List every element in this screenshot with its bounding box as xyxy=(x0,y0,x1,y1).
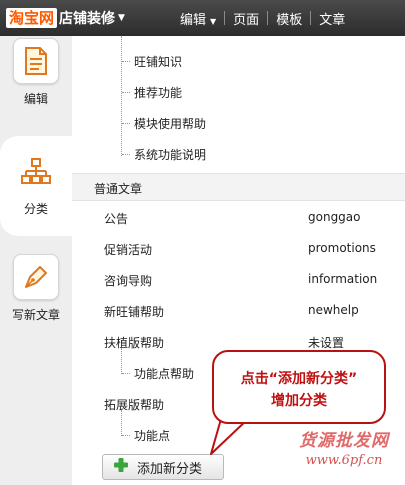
logo[interactable]: 淘宝网 店铺装修 ▼ xyxy=(6,6,125,30)
document-icon xyxy=(13,38,59,84)
section-title: 普通文章 xyxy=(94,182,143,196)
category-row[interactable]: 公告 gonggao xyxy=(72,203,405,233)
top-nav: 编辑 ▼ 页面 模板 文章 xyxy=(172,0,353,36)
category-name: 推荐功能 xyxy=(134,86,183,100)
category-name: 扶植版帮助 xyxy=(104,336,165,350)
category-slug: 未设置 xyxy=(308,336,345,350)
add-category-label: 添加新分类 xyxy=(137,461,203,477)
watermark-text: 货源批发网 xyxy=(299,431,389,451)
callout-text: 增加分类 xyxy=(271,393,327,409)
category-name: 公告 xyxy=(104,212,129,226)
sidebar: 编辑 分类 写新文章 xyxy=(0,36,72,485)
tree-branch xyxy=(122,373,130,374)
pen-icon xyxy=(13,254,59,300)
tree-item[interactable]: 模块使用帮助 xyxy=(72,108,405,138)
tree-branch xyxy=(122,61,130,62)
nav-article[interactable]: 文章 xyxy=(311,9,353,28)
category-slug: promotions xyxy=(308,241,376,255)
category-name: 系统功能说明 xyxy=(134,148,207,162)
sidebar-item-label: 写新文章 xyxy=(11,308,60,322)
category-name: 模块使用帮助 xyxy=(134,117,207,131)
category-slug: gonggao xyxy=(308,210,361,224)
chevron-down-icon[interactable]: ▼ xyxy=(118,13,125,23)
plus-icon xyxy=(113,457,129,477)
callout-text: 点击“添加新分类” xyxy=(240,371,358,387)
nav-edit[interactable]: 编辑 ▼ xyxy=(172,9,224,28)
sitemap-icon xyxy=(14,150,58,194)
callout-bubble: 点击“添加新分类” 增加分类 xyxy=(212,350,386,424)
tree-branch xyxy=(122,123,130,124)
top-bar: 淘宝网 店铺装修 ▼ 编辑 ▼ 页面 模板 文章 xyxy=(0,0,405,36)
tree-item[interactable]: 系统功能说明 xyxy=(72,139,405,169)
tree-branch xyxy=(122,435,130,436)
chevron-down-icon: ▼ xyxy=(210,16,217,26)
sidebar-item-category[interactable]: 分类 xyxy=(0,136,72,236)
category-name: 功能点帮助 xyxy=(134,367,195,381)
watermark-url: www.6pf.cn xyxy=(305,453,383,468)
sidebar-item-label: 编辑 xyxy=(23,92,48,106)
category-name: 促销活动 xyxy=(104,243,153,257)
callout-seam xyxy=(225,416,251,421)
category-row[interactable]: 咨询导购 information xyxy=(72,265,405,295)
nav-page[interactable]: 页面 xyxy=(225,9,267,28)
brand-logo: 淘宝网 xyxy=(6,8,58,28)
category-slug: newhelp xyxy=(308,303,359,317)
category-row[interactable]: 促销活动 promotions xyxy=(72,234,405,264)
sidebar-item-new-article[interactable]: 写新文章 xyxy=(0,254,72,322)
nav-template[interactable]: 模板 xyxy=(268,9,310,28)
category-name: 咨询导购 xyxy=(104,274,153,288)
category-slug: information xyxy=(308,272,378,286)
category-name: 拓展版帮助 xyxy=(104,398,165,412)
section-header: 普通文章 xyxy=(72,173,405,201)
tree-branch xyxy=(122,92,130,93)
tree-item[interactable]: 推荐功能 xyxy=(72,77,405,107)
sidebar-item-label: 分类 xyxy=(23,202,48,216)
category-row[interactable]: 新旺铺帮助 newhelp xyxy=(72,296,405,326)
tree-branch xyxy=(122,154,130,155)
category-name: 功能点 xyxy=(134,429,171,443)
category-name: 旺铺知识 xyxy=(134,55,183,69)
tree-item[interactable]: 旺铺知识 xyxy=(72,46,405,76)
app-title: 店铺装修 xyxy=(59,11,116,27)
sidebar-item-edit[interactable]: 编辑 xyxy=(0,38,72,106)
category-name: 新旺铺帮助 xyxy=(104,305,165,319)
watermark: 货源批发网 www.6pf.cn xyxy=(288,426,400,468)
